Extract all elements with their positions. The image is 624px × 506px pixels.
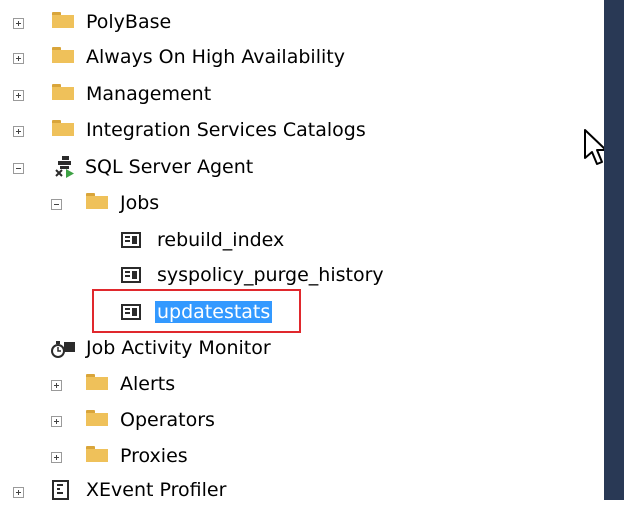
folder-icon <box>86 193 108 209</box>
folder-icon <box>52 84 74 100</box>
monitor-icon <box>50 338 76 360</box>
expand-icon[interactable] <box>13 53 24 64</box>
tree-node-label: Always On High Availability <box>86 46 345 68</box>
tree-node-operators[interactable]: Operators <box>0 404 300 436</box>
folder-icon <box>86 410 108 426</box>
tree-node-label: syspolicy_purge_history <box>157 264 384 286</box>
tree-node-label: PolyBase <box>86 11 172 33</box>
tree-node-label: Alerts <box>120 373 176 395</box>
job-icon <box>121 267 141 283</box>
expand-icon[interactable] <box>13 487 24 498</box>
tree-node-alerts[interactable]: Alerts <box>0 368 300 400</box>
tree-node-management[interactable]: Management <box>0 78 300 110</box>
tree-node-label: Job Activity Monitor <box>86 337 271 359</box>
folder-icon <box>86 374 108 390</box>
tree-node-label: Operators <box>120 409 215 431</box>
expand-icon[interactable] <box>13 90 24 101</box>
tree-node-jobs[interactable]: Jobs <box>0 187 300 219</box>
job-icon <box>121 232 141 248</box>
tree-node-job-syspolicy-purge-history[interactable]: syspolicy_purge_history <box>0 259 450 291</box>
tree-node-job-activity-monitor[interactable]: Job Activity Monitor <box>0 332 400 364</box>
tree-node-label: Management <box>86 83 212 105</box>
expand-icon[interactable] <box>51 380 62 391</box>
folder-icon <box>52 12 74 28</box>
object-explorer-tree: PolyBase Always On High Availability Man… <box>0 0 600 501</box>
tree-node-always-on[interactable]: Always On High Availability <box>0 41 400 73</box>
tree-node-xevent-profiler[interactable]: XEvent Profiler <box>0 474 300 506</box>
tree-node-polybase[interactable]: PolyBase <box>0 6 300 38</box>
tree-node-label: rebuild_index <box>157 229 285 251</box>
expand-icon[interactable] <box>13 18 24 29</box>
tree-node-label: XEvent Profiler <box>86 479 227 501</box>
expand-icon[interactable] <box>51 452 62 463</box>
expand-icon[interactable] <box>51 416 62 427</box>
profiler-icon <box>52 480 70 500</box>
folder-icon <box>52 120 74 136</box>
collapse-icon[interactable] <box>51 199 62 210</box>
tree-node-label: Jobs <box>120 192 160 214</box>
tree-node-job-rebuild-index[interactable]: rebuild_index <box>0 224 400 256</box>
tree-node-sql-server-agent[interactable]: SQL Server Agent <box>0 151 300 183</box>
collapse-icon[interactable] <box>13 163 24 174</box>
tree-node-proxies[interactable]: Proxies <box>0 440 300 472</box>
folder-icon <box>86 446 108 462</box>
folder-icon <box>52 47 74 63</box>
highlight-box <box>92 289 301 333</box>
tree-node-label: Proxies <box>120 445 188 467</box>
panel-scrollbar[interactable] <box>604 0 624 500</box>
tree-node-label: Integration Services Catalogs <box>86 119 366 141</box>
tree-node-label: SQL Server Agent <box>85 156 254 178</box>
tree-node-integration-services[interactable]: Integration Services Catalogs <box>0 114 400 146</box>
expand-icon[interactable] <box>13 126 24 137</box>
sql-agent-icon <box>55 156 75 178</box>
